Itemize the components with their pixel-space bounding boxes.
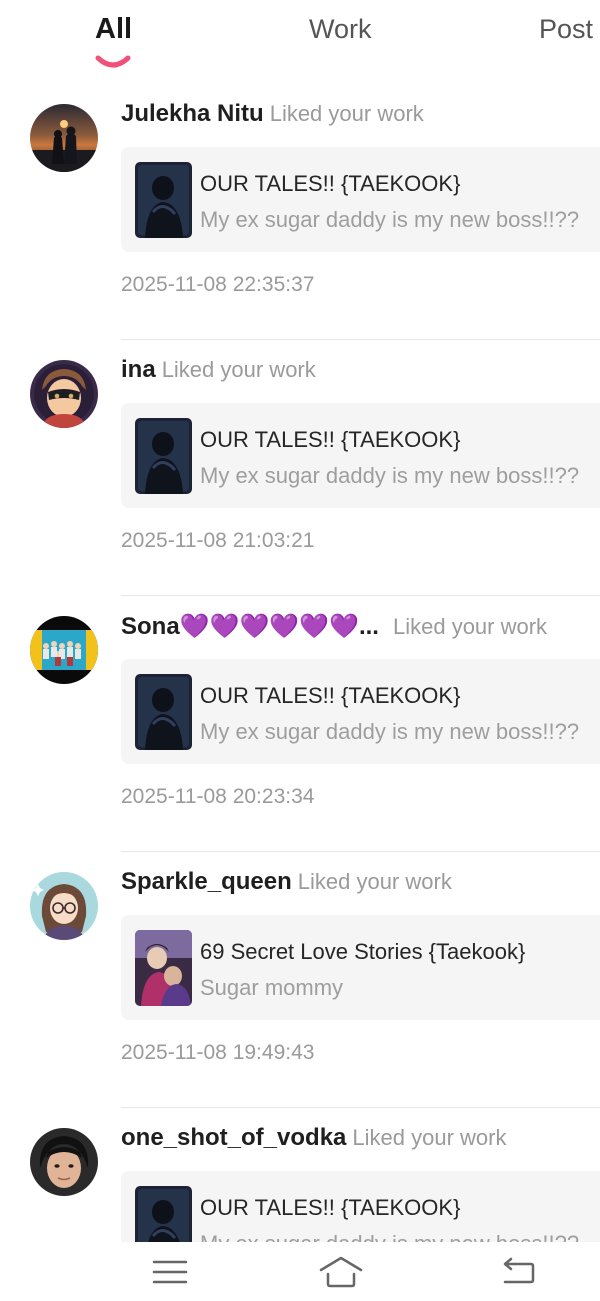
avatar[interactable]	[30, 1128, 98, 1196]
work-title: 69 Secret Love Stories {Taekook}	[200, 939, 526, 964]
timestamp: 2025-11-08 19:49:43	[121, 1041, 315, 1064]
timestamp: 2025-11-08 20:23:34	[121, 785, 315, 808]
list-item: Sparkle_queen Liked your work 69 Secret L…	[0, 852, 600, 1108]
system-navigation-bar	[0, 1242, 600, 1301]
back-icon[interactable]	[499, 1254, 539, 1290]
menu-icon[interactable]	[150, 1254, 190, 1290]
action-text: Liked your work	[269, 101, 424, 126]
sunset-couple-avatar-icon	[30, 104, 98, 172]
timestamp: 2025-11-08 21:03:21	[121, 529, 315, 552]
tab-work[interactable]: Work	[309, 14, 372, 45]
portrait-avatar-icon	[30, 1128, 98, 1196]
list-item: ina Liked your work OUR TALES!! {TAEKOOK}…	[0, 340, 600, 596]
action-text: Liked your work	[161, 357, 316, 382]
book-cover-image-icon	[135, 930, 192, 1006]
username[interactable]: Sona💜💜💜💜💜💜...	[121, 613, 379, 640]
book-cover	[135, 674, 192, 750]
action-text: Liked your work	[352, 1125, 507, 1150]
book-cover-image-icon	[135, 674, 192, 750]
book-cover-image-icon	[135, 1186, 192, 1242]
work-title: OUR TALES!! {TAEKOOK}	[200, 171, 461, 196]
username[interactable]: one_shot_of_vodka	[121, 1124, 346, 1151]
book-cover	[135, 162, 192, 238]
work-card[interactable]: OUR TALES!! {TAEKOOK} My ex sugar daddy …	[121, 659, 600, 764]
username[interactable]: ina	[121, 356, 156, 383]
home-icon[interactable]	[318, 1254, 364, 1290]
work-title: OUR TALES!! {TAEKOOK}	[200, 427, 461, 452]
action-text: Liked your work	[392, 614, 548, 639]
tab-post[interactable]: Post	[539, 14, 593, 45]
masked-anime-avatar-icon	[30, 360, 98, 428]
group-photo-avatar-icon	[30, 616, 98, 684]
tab-bar: All Work Post	[0, 0, 600, 84]
book-cover	[135, 1186, 192, 1242]
avatar[interactable]	[30, 104, 98, 172]
active-tab-indicator	[95, 55, 131, 68]
avatar[interactable]	[30, 616, 98, 684]
work-card[interactable]: OUR TALES!! {TAEKOOK} My ex sugar daddy …	[121, 403, 600, 508]
anime-girl-glasses-avatar-icon	[30, 872, 98, 940]
work-card[interactable]: OUR TALES!! {TAEKOOK} My ex sugar daddy …	[121, 1171, 600, 1242]
username[interactable]: Sparkle_queen	[121, 868, 292, 895]
book-cover	[135, 930, 192, 1006]
work-subtitle: Sugar mommy	[200, 975, 344, 1000]
notification-feed[interactable]: Julekha Nitu Liked your work OUR TALES!! …	[0, 84, 600, 1242]
action-text: Liked your work	[297, 869, 452, 894]
book-cover	[135, 418, 192, 494]
work-subtitle: My ex sugar daddy is my new boss!!??	[200, 463, 580, 488]
username[interactable]: Julekha Nitu	[121, 100, 264, 127]
work-title: OUR TALES!! {TAEKOOK}	[200, 1195, 461, 1220]
work-subtitle: My ex sugar daddy is my new boss!!??	[200, 1231, 579, 1242]
work-title: OUR TALES!! {TAEKOOK}	[200, 683, 461, 708]
book-cover-image-icon	[135, 418, 192, 494]
book-cover-image-icon	[135, 162, 192, 238]
work-card[interactable]: 69 Secret Love Stories {Taekook} Sugar m…	[121, 915, 600, 1020]
tab-all[interactable]: All	[95, 13, 132, 46]
list-item: Julekha Nitu Liked your work OUR TALES!! …	[0, 84, 600, 340]
timestamp: 2025-11-08 22:35:37	[121, 273, 315, 296]
avatar[interactable]	[30, 360, 98, 428]
avatar[interactable]	[30, 872, 98, 940]
work-subtitle: My ex sugar daddy is my new boss!!??	[200, 719, 580, 744]
list-item: Sona💜💜💜💜💜💜... Liked your work OUR TALES!!…	[0, 596, 600, 852]
list-item: one_shot_of_vodka Liked your work OUR TAL…	[0, 1108, 600, 1242]
work-subtitle: My ex sugar daddy is my new boss!!??	[200, 207, 580, 232]
work-card[interactable]: OUR TALES!! {TAEKOOK} My ex sugar daddy …	[121, 147, 600, 252]
